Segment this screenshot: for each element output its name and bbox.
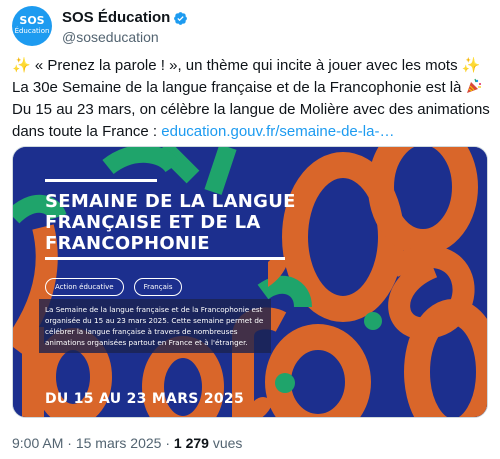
tweet-time[interactable]: 9:00 AM (12, 435, 63, 451)
media-description: La Semaine de la langue française et de … (39, 299, 271, 353)
avatar[interactable]: SOS Éducation (12, 6, 52, 46)
tweet-meta: 9:00 AM · 15 mars 2025 · 1 279 vues (12, 435, 243, 451)
avatar-logo-line1: SOS (19, 14, 45, 27)
tweet-line-3: Du 15 au 23 mars, on célèbre la langue d… (12, 101, 490, 118)
avatar-logo-line2: Éducation (14, 27, 50, 35)
tweet-header: SOS Éducation SOS Éducation @soseducatio… (12, 6, 188, 46)
author-handle[interactable]: @soseducation (62, 28, 188, 46)
media-tags: Action éducative Français (45, 278, 183, 296)
title-top-rule (45, 179, 157, 182)
tweet-line-2: La 30e Semaine de la langue française et… (12, 77, 492, 99)
tweet-line-4: dans toute la France : education.gouv.fr… (12, 123, 395, 140)
title-bottom-rule (45, 257, 285, 260)
tweet-media-image[interactable]: SEMAINE DE LA LANGUE FRANÇAISE ET DE LA … (12, 146, 488, 418)
tag-action-educative: Action éducative (45, 278, 124, 296)
media-title: SEMAINE DE LA LANGUE FRANÇAISE ET DE LA … (45, 191, 296, 254)
author-display-name[interactable]: SOS Éducation (62, 9, 170, 27)
tweet-line-1: ✨ « Prenez la parole ! », un thème qui i… (12, 57, 481, 74)
tweet-link[interactable]: education.gouv.fr/semaine-de-la-… (161, 123, 394, 140)
party-popper-icon (466, 78, 481, 93)
tag-francais: Français (133, 278, 183, 296)
verified-badge-icon[interactable] (173, 11, 188, 26)
sparkles-icon: ✨ (461, 57, 481, 74)
tweet-date[interactable]: 15 mars 2025 (76, 435, 162, 451)
media-date: DU 15 AU 23 MARS 2025 (45, 391, 244, 407)
author-block: SOS Éducation @soseducation (62, 9, 188, 46)
sparkles-icon: ✨ (12, 57, 31, 74)
tweet-text: ✨ « Prenez la parole ! », un thème qui i… (12, 55, 492, 143)
views-count: 1 279 (173, 435, 209, 451)
views-label: vues (208, 435, 243, 451)
